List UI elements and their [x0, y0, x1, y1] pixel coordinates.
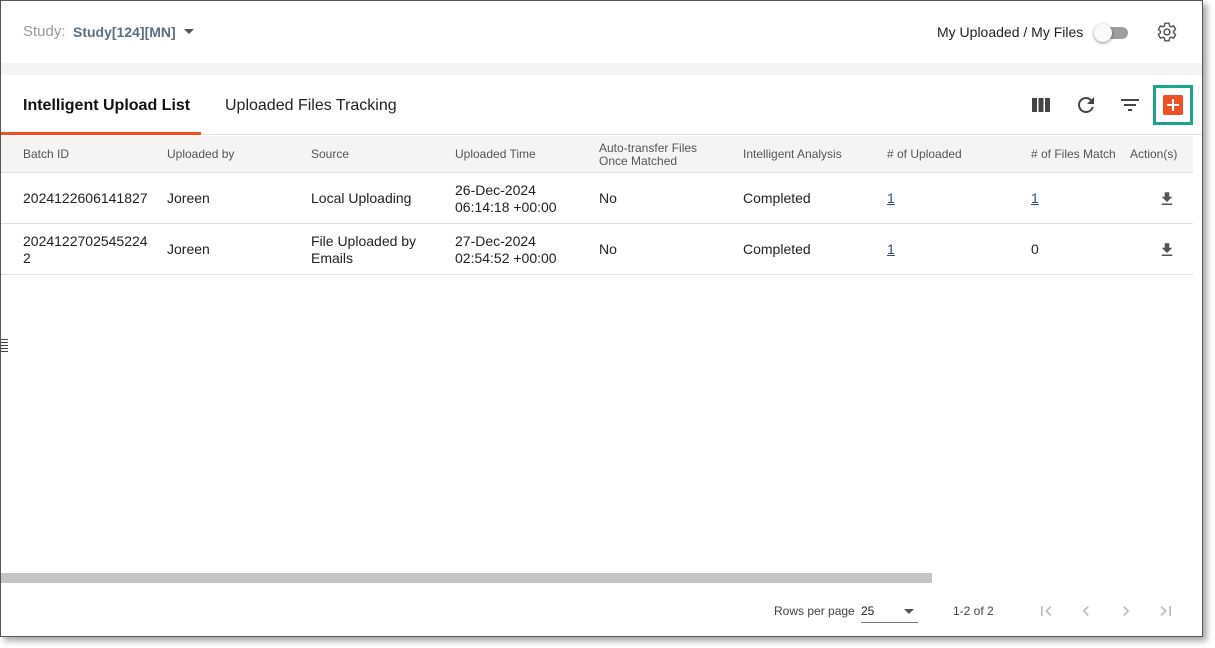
table-row: 2024122606141827 Joreen Local Uploading … — [1, 173, 1193, 224]
my-files-toggle[interactable] — [1094, 24, 1128, 42]
cell-auto-transfer: No — [599, 190, 617, 206]
refresh-icon[interactable] — [1074, 93, 1098, 117]
cell-num-match: 1 — [1031, 173, 1039, 224]
num-match-link[interactable]: 1 — [1031, 190, 1039, 207]
filter-icon[interactable] — [1118, 93, 1142, 117]
top-bar: Study: Study[124][MN] My Uploaded / My F… — [1, 1, 1202, 63]
rows-per-page-label: Rows per page — [774, 604, 855, 618]
col-auto-transfer[interactable]: Auto-transfer Files Once Matched — [599, 136, 709, 173]
num-uploaded-link[interactable]: 1 — [887, 190, 895, 207]
add-icon[interactable] — [1163, 95, 1183, 115]
cell-batch-id: 2024122606141827 — [23, 190, 148, 206]
tab-uploaded-files-tracking[interactable]: Uploaded Files Tracking — [225, 97, 397, 115]
rows-per-page-select[interactable]: 25 — [861, 599, 918, 623]
horizontal-scrollbar[interactable] — [1, 573, 932, 583]
cell-uploaded-by: Joreen — [167, 190, 210, 206]
app-window: Study: Study[124][MN] My Uploaded / My F… — [0, 0, 1203, 637]
last-page-icon[interactable] — [1156, 601, 1176, 621]
table-row: 2024122702545224 2 Joreen File Uploaded … — [1, 224, 1193, 275]
cell-time-clock: 06:14:18 +00:00 — [455, 198, 557, 215]
section-divider — [1, 63, 1202, 75]
tab-intelligent-upload-list[interactable]: Intelligent Upload List — [23, 97, 190, 115]
col-batch-id[interactable]: Batch ID — [23, 136, 69, 173]
tab-bar: Intelligent Upload List Uploaded Files T… — [1, 75, 1202, 135]
cell-source: Local Uploading — [311, 190, 412, 206]
columns-icon[interactable] — [1029, 93, 1053, 117]
col-intelligent-analysis[interactable]: Intelligent Analysis — [743, 136, 842, 173]
col-actions: Action(s) — [1130, 147, 1178, 161]
cell-num-match: 0 — [1031, 241, 1039, 257]
col-uploaded-time[interactable]: Uploaded Time — [455, 136, 536, 173]
study-selector[interactable]: Study[124][MN] — [73, 24, 176, 40]
cell-analysis: Completed — [743, 241, 811, 257]
cell-batch-id: 2024122702545224 2 — [23, 232, 148, 266]
col-uploaded-by[interactable]: Uploaded by — [167, 136, 234, 173]
cell-source: File Uploaded by Emails — [311, 232, 417, 266]
cell-num-uploaded: 1 — [887, 173, 895, 224]
chevron-down-icon[interactable] — [184, 29, 194, 34]
download-icon[interactable] — [1158, 190, 1176, 208]
table-header: Batch ID Uploaded by Source Uploaded Tim… — [1, 136, 1193, 173]
chevron-down-icon — [904, 609, 914, 614]
cell-time-date: 27-Dec-2024 — [455, 232, 536, 249]
cell-uploaded-by: Joreen — [167, 241, 210, 257]
col-source[interactable]: Source — [311, 136, 349, 173]
cell-time-clock: 02:54:52 +00:00 — [455, 249, 557, 266]
cell-actions — [1158, 173, 1176, 224]
active-tab-indicator — [1, 132, 201, 135]
num-uploaded-link[interactable]: 1 — [887, 241, 895, 258]
col-num-uploaded[interactable]: # of Uploaded — [887, 136, 962, 173]
panel-resize-handle[interactable] — [1, 339, 8, 355]
upload-table: Batch ID Uploaded by Source Uploaded Tim… — [1, 136, 1193, 275]
cell-analysis: Completed — [743, 190, 811, 206]
toggle-knob — [1094, 24, 1112, 42]
cell-uploaded-time: 27-Dec-2024 02:54:52 +00:00 — [455, 224, 557, 275]
cell-actions — [1158, 224, 1176, 275]
previous-page-icon[interactable] — [1076, 601, 1096, 621]
study-label: Study: — [23, 23, 66, 40]
cell-num-uploaded: 1 — [887, 224, 895, 275]
my-files-label: My Uploaded / My Files — [937, 24, 1084, 40]
cell-auto-transfer: No — [599, 241, 617, 257]
download-icon[interactable] — [1158, 241, 1176, 259]
rows-per-page-value: 25 — [861, 604, 875, 618]
first-page-icon[interactable] — [1036, 601, 1056, 621]
gear-icon[interactable] — [1156, 21, 1178, 43]
cell-uploaded-time: 26-Dec-2024 06:14:18 +00:00 — [455, 173, 557, 224]
pagination-range: 1-2 of 2 — [953, 604, 994, 618]
cell-time-date: 26-Dec-2024 — [455, 181, 536, 198]
col-num-files-match[interactable]: # of Files Match — [1031, 136, 1116, 173]
next-page-icon[interactable] — [1116, 601, 1136, 621]
